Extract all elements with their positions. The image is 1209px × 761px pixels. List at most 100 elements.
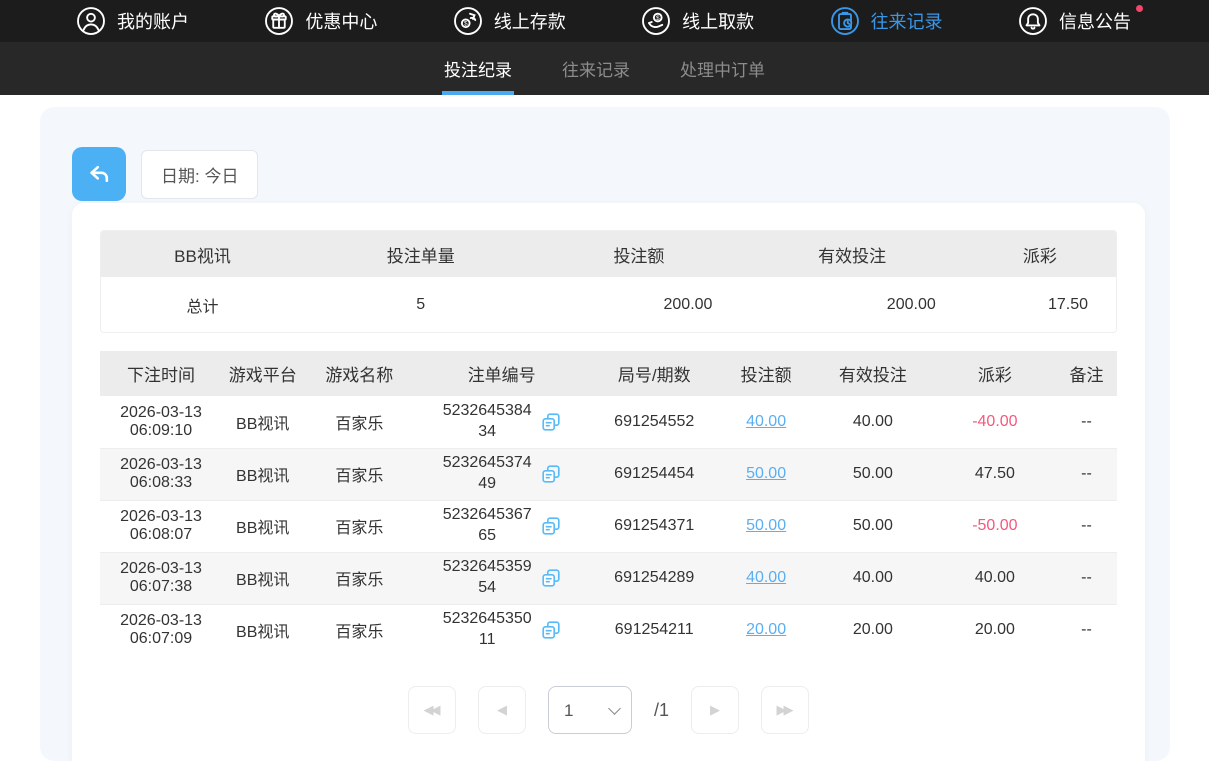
right-arrow-icon: ▶ — [710, 702, 717, 718]
bet-time: 2026-03-13 06:09:10 — [100, 396, 222, 448]
nav-item-label: 我的账户 — [117, 8, 189, 34]
left-arrow-icon: ◀ — [497, 702, 504, 718]
records-card: BB视讯 投注单量 投注额 有效投注 派彩 总计 5 200.00 200.00… — [72, 203, 1145, 761]
platform: BB视讯 — [222, 448, 303, 500]
last-page-button[interactable]: ▶▶ — [761, 686, 809, 734]
summary-header-payout: 派彩 — [964, 231, 1116, 277]
nav-item-label: 线上取款 — [682, 8, 754, 34]
note: -- — [1056, 396, 1117, 448]
table-row: 2026-03-13 06:09:10 BB视讯 百家乐 52326453843… — [100, 396, 1117, 448]
order-number: 523264535011 — [441, 609, 533, 651]
back-button[interactable] — [72, 147, 126, 201]
tab-bet-records[interactable]: 投注纪录 — [442, 42, 514, 95]
col-header-order-no: 注单编号 — [415, 351, 588, 396]
order-number: 523264536765 — [441, 505, 533, 547]
top-navigation: 我的账户 优惠中心 $ 线上存款 $ — [0, 0, 1209, 42]
tab-transaction-records[interactable]: 往来记录 — [560, 42, 632, 95]
tab-processing-orders[interactable]: 处理中订单 — [678, 42, 767, 95]
payout: 40.00 — [934, 552, 1056, 604]
summary-total-label: 总计 — [101, 277, 304, 332]
table-row: 2026-03-13 06:07:38 BB视讯 百家乐 52326453595… — [100, 552, 1117, 604]
order-number: 523264538434 — [441, 401, 533, 443]
notification-dot — [1136, 5, 1143, 12]
game-name: 百家乐 — [303, 604, 415, 656]
nav-item-promotions[interactable]: 优惠中心 — [264, 0, 377, 42]
valid-bet: 40.00 — [812, 552, 934, 604]
platform: BB视讯 — [222, 552, 303, 604]
round-number: 691254454 — [588, 448, 720, 500]
copy-icon[interactable] — [540, 567, 562, 589]
summary-table: BB视讯 投注单量 投注额 有效投注 派彩 总计 5 200.00 200.00… — [101, 231, 1116, 332]
summary-table-wrap: BB视讯 投注单量 投注额 有效投注 派彩 总计 5 200.00 200.00… — [100, 230, 1117, 333]
table-row: 2026-03-13 06:08:33 BB视讯 百家乐 52326453744… — [100, 448, 1117, 500]
bet-amount-link[interactable]: 40.00 — [746, 413, 786, 430]
payout: -50.00 — [934, 500, 1056, 552]
game-name: 百家乐 — [303, 500, 415, 552]
col-header-bet-time: 下注时间 — [100, 351, 222, 396]
summary-header-bet-count: 投注单量 — [304, 231, 537, 277]
content-panel: 日期: 今日 BB视讯 投注单量 投注额 有效投注 派彩 — [40, 107, 1170, 761]
first-page-button[interactable]: ◀◀ — [408, 686, 456, 734]
order-number: 523264537449 — [441, 453, 533, 495]
prev-page-button[interactable]: ◀ — [478, 686, 526, 734]
game-name: 百家乐 — [303, 448, 415, 500]
records-table: 下注时间 游戏平台 游戏名称 注单编号 局号/期数 投注额 有效投注 派彩 备注… — [100, 351, 1117, 656]
platform: BB视讯 — [222, 604, 303, 656]
nav-item-label: 线上存款 — [494, 8, 566, 34]
nav-item-my-account[interactable]: 我的账户 — [76, 0, 189, 42]
nav-item-withdraw[interactable]: $ 线上取款 — [641, 0, 754, 42]
return-arrow-icon — [86, 161, 113, 188]
copy-icon[interactable] — [540, 619, 562, 641]
payout: 47.50 — [934, 448, 1056, 500]
nav-item-label: 优惠中心 — [305, 8, 377, 34]
next-page-button[interactable]: ▶ — [691, 686, 739, 734]
summary-payout: 17.50 — [964, 277, 1116, 332]
summary-header-platform: BB视讯 — [101, 231, 304, 277]
summary-bet-amount: 200.00 — [537, 277, 740, 332]
col-header-valid-bet: 有效投注 — [812, 351, 934, 396]
platform: BB视讯 — [222, 500, 303, 552]
nav-item-transactions[interactable]: 往来记录 — [830, 0, 943, 42]
gift-icon — [264, 6, 294, 36]
withdraw-icon: $ — [641, 6, 671, 36]
page-total: /1 — [654, 700, 669, 721]
page-select[interactable]: 1 — [548, 686, 632, 734]
svg-text:$: $ — [464, 21, 468, 28]
payout: -40.00 — [934, 396, 1056, 448]
note: -- — [1056, 552, 1117, 604]
platform: BB视讯 — [222, 396, 303, 448]
round-number: 691254289 — [588, 552, 720, 604]
bet-amount-link[interactable]: 50.00 — [746, 465, 786, 482]
copy-icon[interactable] — [540, 463, 562, 485]
bet-time: 2026-03-13 06:07:09 — [100, 604, 222, 656]
transactions-icon — [830, 6, 860, 36]
bet-amount-link[interactable]: 50.00 — [746, 517, 786, 534]
payout: 20.00 — [934, 604, 1056, 656]
game-name: 百家乐 — [303, 396, 415, 448]
note: -- — [1056, 500, 1117, 552]
col-header-payout: 派彩 — [934, 351, 1056, 396]
bet-amount-link[interactable]: 40.00 — [746, 569, 786, 586]
order-number: 523264535954 — [441, 557, 533, 599]
note: -- — [1056, 448, 1117, 500]
bet-amount-link[interactable]: 20.00 — [746, 621, 786, 638]
date-filter[interactable]: 日期: 今日 — [141, 150, 258, 199]
nav-item-label: 信息公告 — [1059, 8, 1131, 34]
summary-bet-count: 5 — [304, 277, 537, 332]
nav-item-announcements[interactable]: 信息公告 — [1018, 0, 1131, 42]
valid-bet: 50.00 — [812, 448, 934, 500]
bet-time: 2026-03-13 06:08:33 — [100, 448, 222, 500]
col-header-game-name: 游戏名称 — [303, 351, 415, 396]
valid-bet: 50.00 — [812, 500, 934, 552]
summary-valid-bet: 200.00 — [740, 277, 963, 332]
summary-header-valid-bet: 有效投注 — [740, 231, 963, 277]
bell-icon — [1018, 6, 1048, 36]
round-number: 691254211 — [588, 604, 720, 656]
summary-total-row: 总计 5 200.00 200.00 17.50 — [101, 277, 1116, 332]
table-row: 2026-03-13 06:07:09 BB视讯 百家乐 52326453501… — [100, 604, 1117, 656]
copy-icon[interactable] — [540, 515, 562, 537]
round-number: 691254552 — [588, 396, 720, 448]
col-header-platform: 游戏平台 — [222, 351, 303, 396]
copy-icon[interactable] — [540, 411, 562, 433]
nav-item-deposit[interactable]: $ 线上存款 — [453, 0, 566, 42]
